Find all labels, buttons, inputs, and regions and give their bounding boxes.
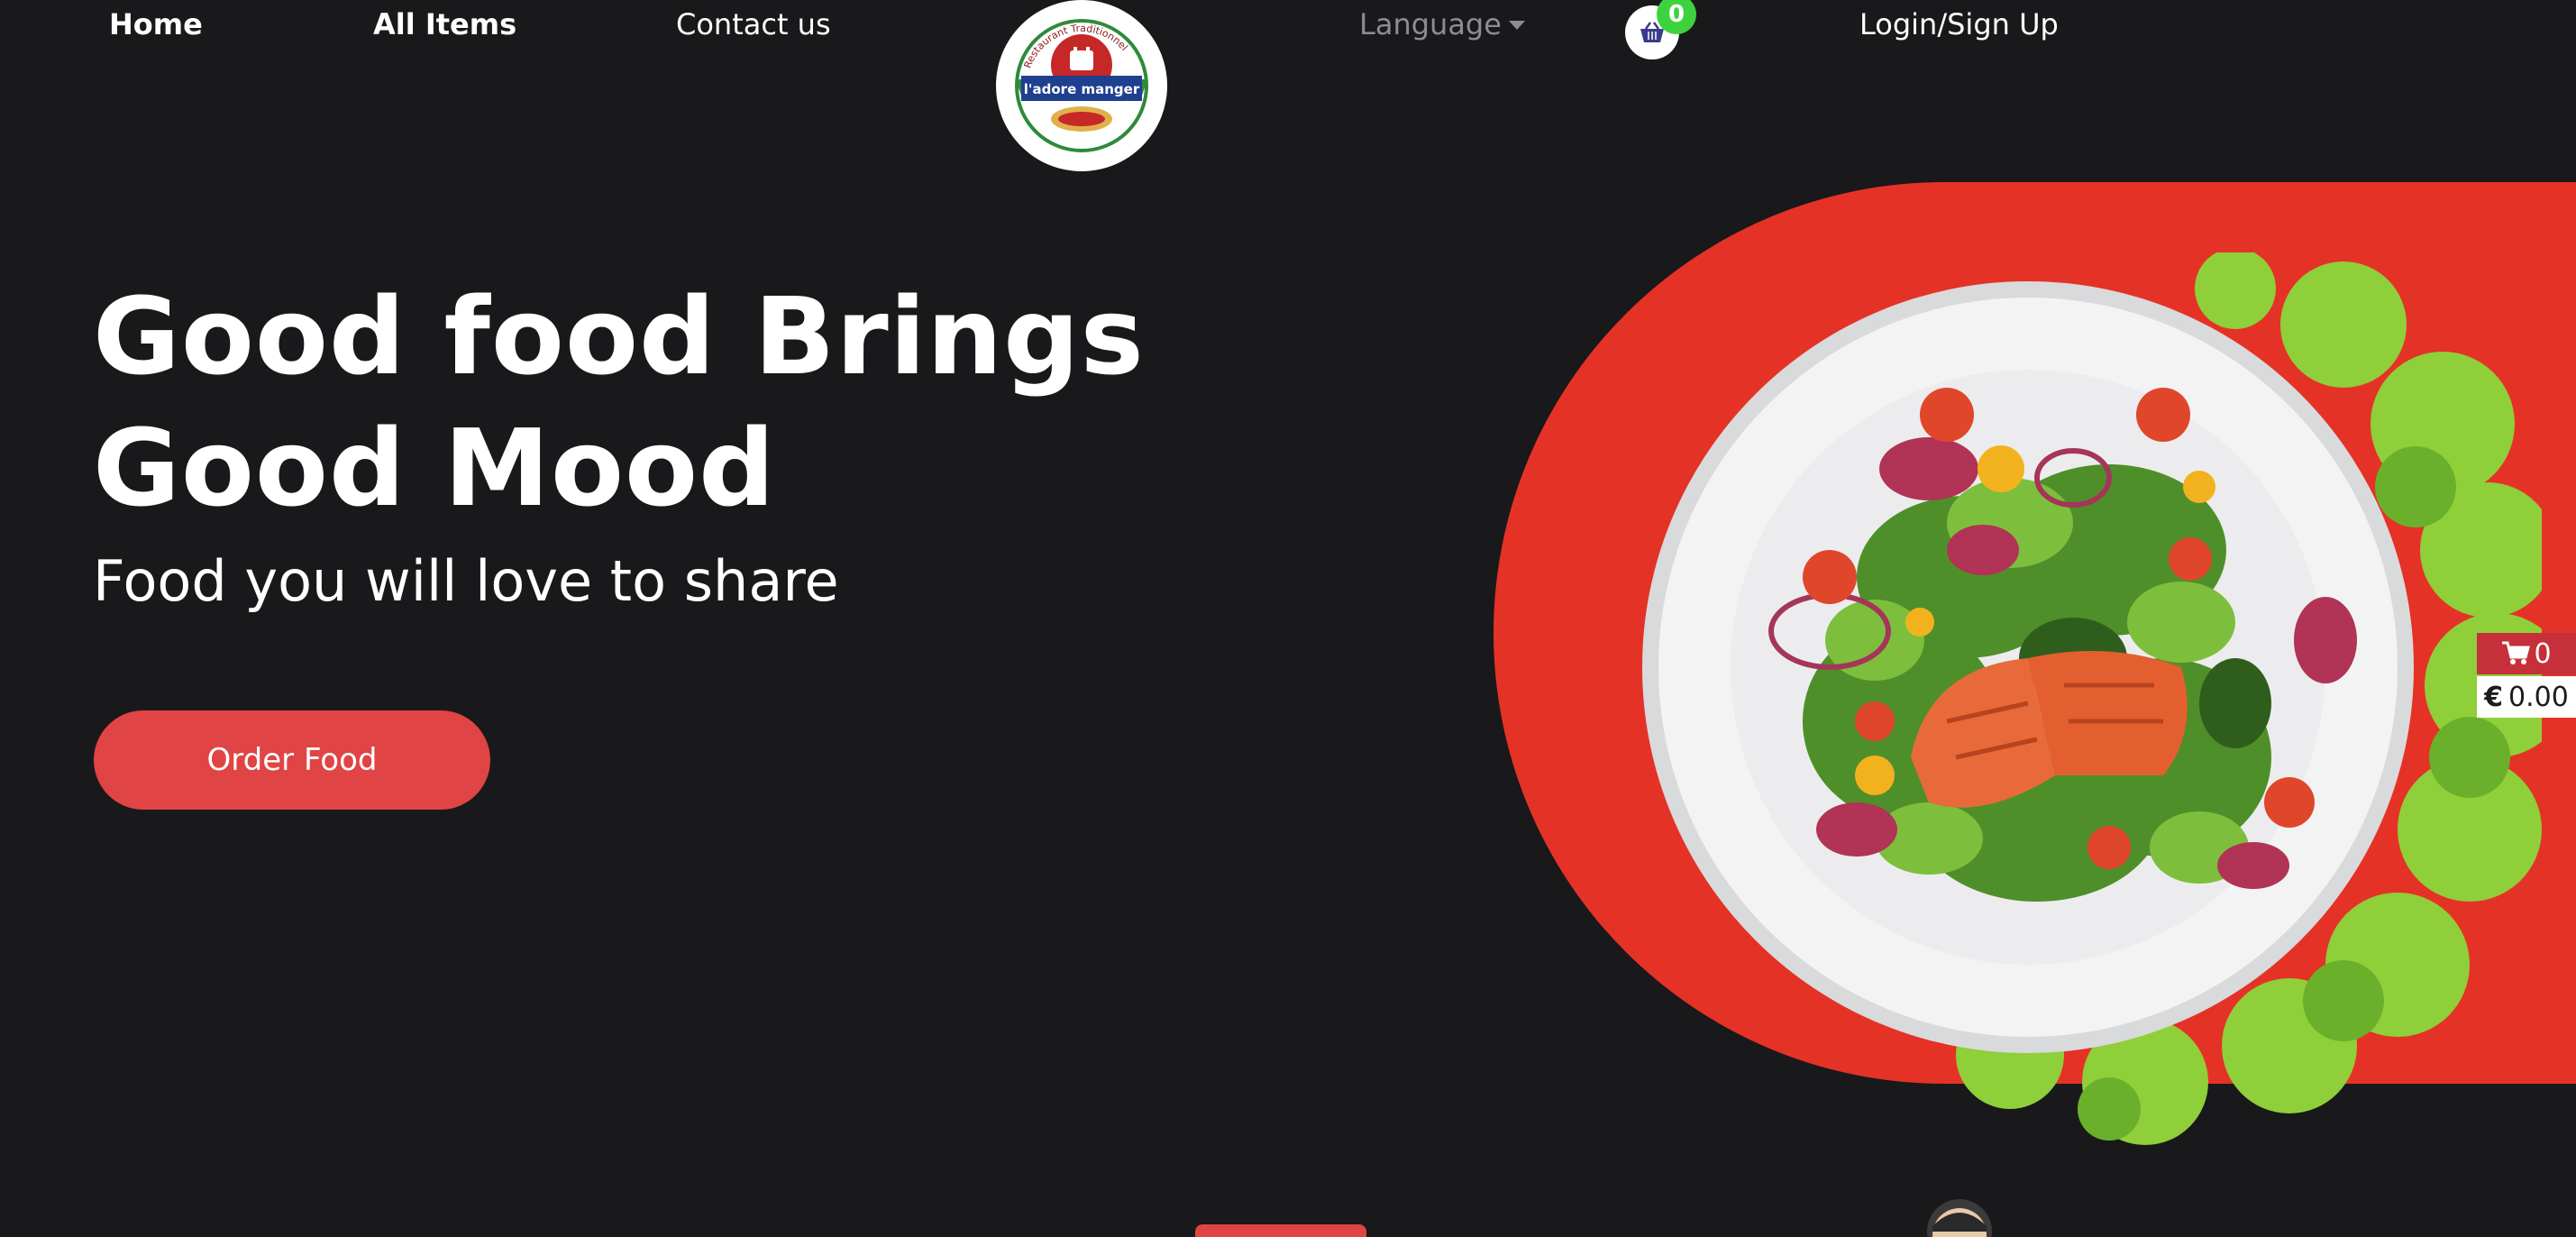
hero-title-line-1: Good food Brings <box>93 274 1145 399</box>
currency-symbol: € <box>2484 681 2504 713</box>
logo-emblem: Restaurant Traditionnel l'adore manger <box>998 2 1165 170</box>
language-dropdown[interactable]: Language <box>1359 7 1525 41</box>
hero-title-line-2: Good Mood <box>93 406 776 530</box>
caret-down-icon <box>1508 21 1525 30</box>
hero-title: Good food Brings Good Mood <box>93 270 1265 534</box>
hero-subtitle: Food you will love to share <box>93 548 839 614</box>
side-cart-total-value: 0.00 <box>2508 681 2569 713</box>
basket-count-badge: 0 <box>1657 0 1696 34</box>
language-label: Language <box>1359 7 1502 41</box>
nav-contact-link[interactable]: Contact us <box>676 7 831 41</box>
nav-home-link[interactable]: Home <box>109 7 203 41</box>
svg-text:l'adore manger: l'adore manger <box>1024 81 1140 97</box>
side-cart-total[interactable]: € 0.00 <box>2477 676 2576 718</box>
order-food-button[interactable]: Order Food <box>94 710 490 810</box>
chef-avatar <box>1927 1199 1992 1237</box>
cart-icon <box>2502 641 2531 664</box>
restaurant-logo[interactable]: Restaurant Traditionnel l'adore manger <box>996 0 1167 171</box>
next-section-red-tab <box>1195 1224 1366 1237</box>
nav-all-items-link[interactable]: All Items <box>373 7 516 41</box>
salmon-salad-plate-image <box>1604 248 2569 1154</box>
side-cart-count[interactable]: 0 <box>2477 633 2576 674</box>
side-cart-count-value: 0 <box>2534 637 2552 670</box>
login-signup-link[interactable]: Login/Sign Up <box>1859 7 2059 41</box>
